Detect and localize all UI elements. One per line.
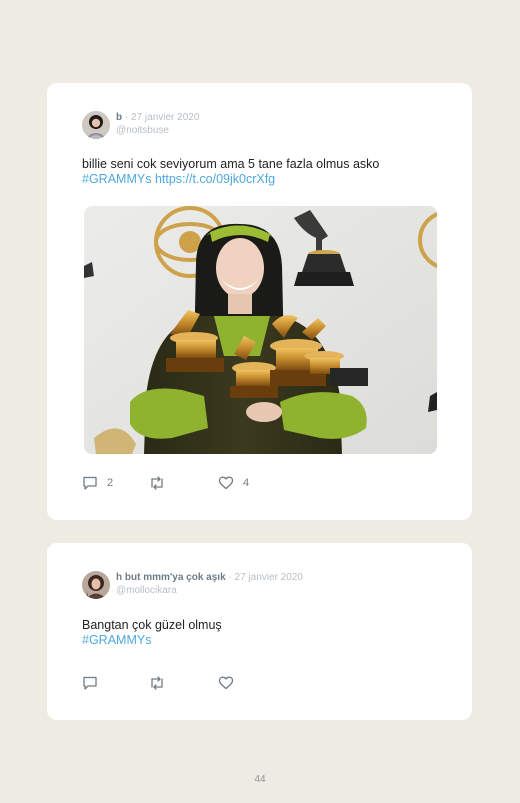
tweet-card: b · 27 janvier 2020 @noitsbuse billie se… <box>47 83 472 520</box>
meta-line: h but mmm'ya çok aşık · 27 janvier 2020 <box>116 572 303 584</box>
tweet-meta: h but mmm'ya çok aşık · 27 janvier 2020 … <box>116 572 303 597</box>
reply-icon <box>82 675 98 691</box>
like-button[interactable] <box>218 675 234 691</box>
tweet-card: h but mmm'ya çok aşık · 27 janvier 2020 … <box>47 543 472 720</box>
handle[interactable]: @mollocikara <box>116 584 303 597</box>
handle[interactable]: @noitsbuse <box>116 124 199 137</box>
tweet-photo[interactable] <box>84 206 437 454</box>
retweet-button[interactable] <box>148 475 166 491</box>
like-icon <box>218 675 234 691</box>
page-number: 44 <box>254 774 266 785</box>
tweet-links-line: #GRAMMYs https://t.co/09jk0crXfg <box>82 172 379 187</box>
retweet-button[interactable] <box>148 675 166 691</box>
avatar[interactable] <box>82 111 110 139</box>
meta-line: b · 27 janvier 2020 <box>116 112 199 124</box>
display-name[interactable]: h but mmm'ya çok aşık <box>116 572 226 583</box>
tweet-text-line: Bangtan çok güzel olmuş <box>82 618 222 632</box>
avatar[interactable] <box>82 571 110 599</box>
tweet-text-line: billie seni cok seviyorum ama 5 tane faz… <box>82 157 380 171</box>
hashtag-link[interactable]: #GRAMMYs <box>82 172 151 186</box>
tweet-links-line: #GRAMMYs <box>82 633 222 648</box>
like-count: 4 <box>243 477 250 489</box>
reply-icon <box>82 475 98 491</box>
url-link[interactable]: https://t.co/09jk0crXfg <box>155 172 275 186</box>
reply-button[interactable] <box>82 675 98 691</box>
hashtag-link[interactable]: #GRAMMYs <box>82 633 151 647</box>
reply-count: 2 <box>107 477 114 489</box>
like-button[interactable]: 4 <box>218 475 249 491</box>
like-icon <box>218 475 234 491</box>
tweet-date[interactable]: 27 janvier 2020 <box>131 112 199 123</box>
separator: · <box>228 572 232 583</box>
tweet-text: billie seni cok seviyorum ama 5 tane faz… <box>82 157 379 187</box>
reply-button[interactable]: 2 <box>82 475 113 491</box>
retweet-icon <box>148 475 166 491</box>
retweet-icon <box>148 675 166 691</box>
tweet-date[interactable]: 27 janvier 2020 <box>235 572 303 583</box>
tweet-text: Bangtan çok güzel olmuş #GRAMMYs <box>82 618 222 648</box>
separator: · <box>124 112 129 123</box>
display-name[interactable]: b <box>116 112 122 123</box>
tweet-meta: b · 27 janvier 2020 @noitsbuse <box>116 112 199 137</box>
